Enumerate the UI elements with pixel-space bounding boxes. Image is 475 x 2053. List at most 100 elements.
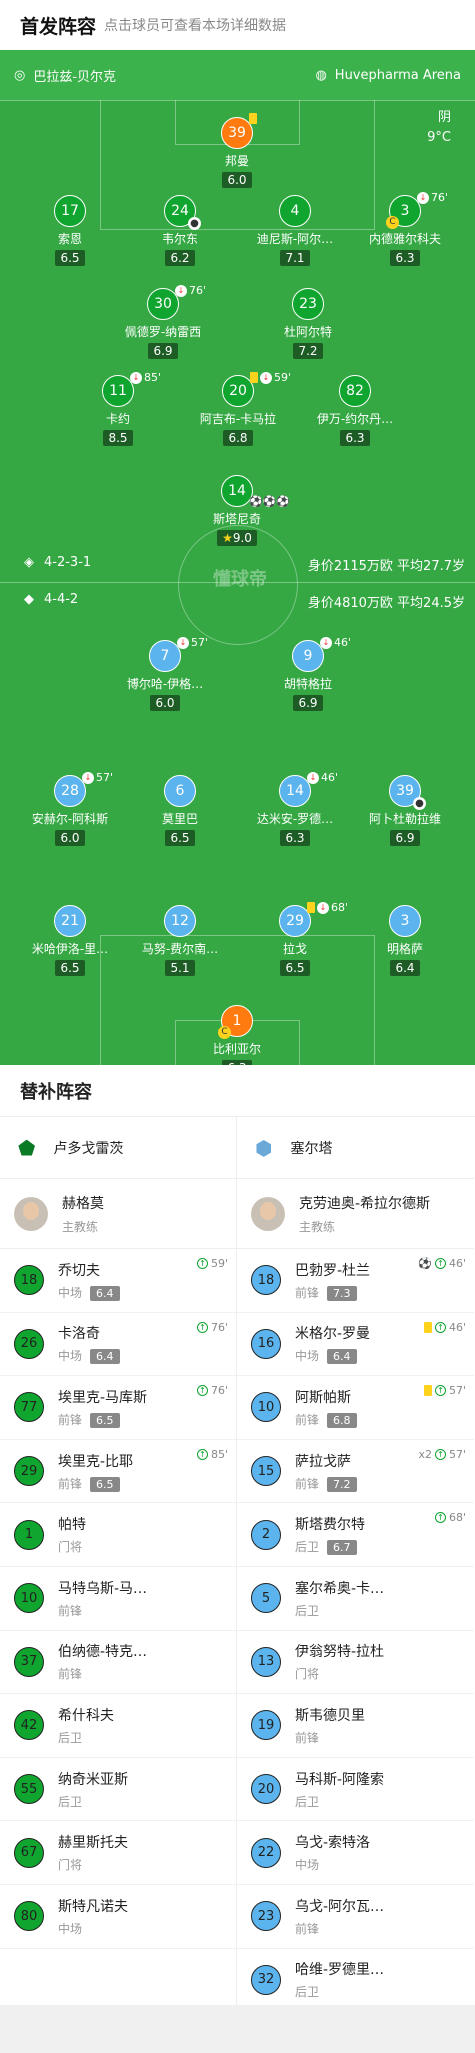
sub-on-icon: ↑ — [196, 1448, 208, 1460]
position-text: 后卫 — [295, 1540, 320, 1555]
pitch: ◎ 巴拉兹-贝尔克 ◍ Huvepharma Arena 懂球帝 阴 9°C ◈… — [0, 50, 475, 1065]
sub-player-row[interactable]: 67 赫里斯托夫 门将 — [0, 1821, 236, 1885]
sub-off-icon: ↓ — [417, 191, 429, 204]
sub-player-name: 塞尔希奥-卡… — [295, 1580, 385, 1597]
sub-player-row[interactable]: 18 巴勃罗-杜兰 前锋 7.3 ⚽ ↑ 46' — [237, 1249, 474, 1313]
away-player[interactable]: 21 米哈伊洛-里… 6.5 — [10, 905, 130, 976]
sub-player-position: 前锋 — [58, 1665, 147, 1682]
home-team-name: 卢多戈雷茨 — [53, 1140, 124, 1157]
player-name: 阿吉布-卡马拉 — [199, 412, 277, 426]
sub-player-number: 18 — [14, 1265, 44, 1296]
player-name: 马努-费尔南… — [141, 942, 219, 956]
player-rating: 6.8 — [223, 430, 253, 446]
home-player[interactable]: 23 杜阿尔特 7.2 — [248, 288, 368, 359]
away-player[interactable]: 29 ↓ 68' 拉戈 6.5 — [235, 901, 355, 976]
sub-player-row[interactable]: 2 斯塔费尔特 后卫 6.7 ↑ 68' — [237, 1503, 474, 1567]
player-name: 索恩 — [57, 232, 82, 246]
sub-player-row[interactable]: 29 埃里克-比耶 前锋 6.5 ↑ 85' — [0, 1440, 236, 1504]
home-player[interactable]: 11 ↓ 85' 卡约 8.5 — [58, 371, 178, 446]
player-name: 安赫尔-阿科斯 — [31, 812, 109, 826]
home-player[interactable]: 39 邦曼 6.0 — [177, 113, 297, 188]
player-number-text: 4 — [290, 203, 300, 219]
home-player[interactable]: 4 迪尼斯-阿尔… 7.1 — [235, 195, 355, 266]
away-worth: 身价4810万欧 平均24.5岁 — [307, 596, 465, 611]
away-player[interactable]: 14 ↓ 46' 达米安-罗德… 6.3 — [235, 771, 355, 846]
yellow-card-icon — [423, 1321, 432, 1333]
sub-player-row[interactable]: 1 帕特 门将 — [0, 1503, 236, 1567]
away-player[interactable]: 3 明格萨 6.4 — [345, 905, 465, 976]
sub-player-row[interactable]: 37 伯纳德-特克… 前锋 — [0, 1631, 236, 1695]
sub-player-row[interactable]: 42 希什科夫 后卫 — [0, 1694, 236, 1758]
sub-player-name: 斯特凡诺夫 — [58, 1898, 128, 1915]
away-player[interactable]: 28 ↓ 57' 安赫尔-阿科斯 6.0 — [10, 771, 130, 846]
player-name: 米哈伊洛-里… — [31, 942, 109, 956]
sub-player-row[interactable]: 15 萨拉戈萨 前锋 7.2 x2 ↑ 57' — [237, 1440, 474, 1504]
home-player[interactable]: 24 ● 韦尔东 6.2 — [120, 195, 240, 266]
away-player[interactable]: 12 马努-费尔南… 5.1 — [120, 905, 240, 976]
sub-player-row[interactable]: 32 哈维-罗德里… 后卫 — [237, 1949, 474, 2013]
home-player[interactable]: 14 ⚽⚽⚽ 斯塔尼奇 ★9.0 — [177, 475, 297, 546]
player-name: 比利亚尔 — [212, 1042, 261, 1056]
position-text: 中场 — [58, 1921, 83, 1936]
sub-player-name: 埃里克-比耶 — [58, 1453, 134, 1470]
sub-player-row[interactable]: 26 卡洛奇 中场 6.4 ↑ 76' — [0, 1313, 236, 1377]
sub-player-row[interactable]: 77 埃里克-马库斯 前锋 6.5 ↑ 76' — [0, 1376, 236, 1440]
rating-value: 6.0 — [155, 696, 175, 710]
away-player[interactable]: 39 ● 阿卜杜勒拉维 6.9 — [345, 775, 465, 846]
player-events: ↓ 46' — [307, 771, 338, 784]
away-player[interactable]: 1C比利亚尔6.3 — [177, 1005, 297, 1065]
home-player[interactable]: 82 伊万-约尔丹… 6.3 — [295, 375, 415, 446]
player-rating: 6.5 — [55, 250, 85, 266]
player-number-text: 24 — [171, 203, 189, 219]
home-player[interactable]: 30 ↓ 76' 佩德罗-纳雷西 6.9 — [103, 284, 223, 359]
position-text: 前锋 — [58, 1412, 83, 1427]
sub-player-row[interactable]: 10 阿斯帕斯 前锋 6.8 ↑ 57' — [237, 1376, 474, 1440]
sub-player-name: 卡洛奇 — [58, 1326, 100, 1343]
player-name: 杜阿尔特 — [283, 325, 332, 339]
sub-player-position: 后卫 — [58, 1729, 114, 1746]
sub-player-position: 中场 6.4 — [58, 1284, 120, 1301]
sub-player-row[interactable]: 80 斯特凡诺夫 中场 — [0, 1885, 236, 1949]
home-team-row[interactable]: ⬟ 卢多戈雷茨 — [0, 1117, 236, 1179]
position-text: 前锋 — [295, 1476, 320, 1491]
away-player[interactable]: 7 ↓ 57' 博尔哈-伊格… 6.0 — [105, 636, 225, 711]
coach-role: 主教练 — [62, 1219, 99, 1234]
player-name: 阿卜杜勒拉维 — [368, 812, 441, 826]
away-player[interactable]: 9 ↓ 46' 胡特格拉 6.9 — [248, 636, 368, 711]
away-player[interactable]: 6 莫里巴 6.5 — [120, 775, 240, 846]
sub-player-row[interactable]: 22 乌戈-索特洛 中场 — [237, 1821, 474, 1885]
home-coach[interactable]: 赫格莫 主教练 — [0, 1179, 236, 1249]
sub-off-icon: ↓ — [317, 901, 329, 914]
home-player[interactable]: 17 索恩 6.5 — [10, 195, 130, 266]
sub-player-position: 前锋 6.5 — [58, 1475, 133, 1492]
sub-player-row[interactable]: 10 马特乌斯-马… 前锋 — [0, 1567, 236, 1631]
player-rating: 7.2 — [293, 343, 323, 359]
away-coach[interactable]: 克劳迪奥-希拉尔德斯 主教练 — [237, 1179, 474, 1249]
sub-player-position: 前锋 — [295, 1920, 384, 1937]
home-player[interactable]: 3 C ↓ 76' 内德雅尔科夫 6.3 — [345, 191, 465, 266]
sub-player-name: 赫里斯托夫 — [58, 1835, 128, 1852]
sub-player-row[interactable]: 55 纳奇米亚斯 后卫 — [0, 1758, 236, 1822]
sub-player-name: 斯塔费尔特 — [295, 1517, 365, 1534]
sub-player-number: 15 — [251, 1456, 281, 1487]
player-number-text: 30 — [154, 296, 172, 312]
sub-on-icon: ↑ — [434, 1321, 446, 1333]
sub-player-row[interactable]: 18 乔切夫 中场 6.4 ↑ 59' — [0, 1249, 236, 1313]
sub-player-info: 帕特 门将 — [58, 1514, 86, 1555]
away-team-icon: ◆ — [24, 592, 34, 607]
sub-player-row[interactable]: 19 斯韦德贝里 前锋 — [237, 1694, 474, 1758]
away-team-row[interactable]: ⬢ 塞尔塔 — [237, 1117, 474, 1179]
sub-player-position: 中场 6.4 — [295, 1347, 370, 1365]
sub-player-row[interactable]: 20 马科斯-阿隆索 后卫 — [237, 1758, 474, 1822]
rating-value: 6.9 — [395, 831, 415, 845]
sub-player-row[interactable]: 23 乌戈-阿尔瓦… 前锋 — [237, 1885, 474, 1949]
home-team-icon: ◈ — [24, 555, 34, 570]
sub-player-row[interactable]: 16 米格尔-罗曼 中场 6.4 ↑ 46' — [237, 1313, 474, 1377]
subs-title: 替补阵容 — [0, 1065, 475, 1117]
sub-player-row[interactable]: 13 伊翁努特-拉杜 门将 — [237, 1631, 474, 1695]
sub-player-row[interactable]: 5 塞尔希奥-卡… 后卫 — [237, 1567, 474, 1631]
home-player[interactable]: 20 ↓ 59' 阿吉布-卡马拉 6.8 — [178, 371, 298, 446]
position-text: 门将 — [58, 1858, 83, 1873]
player-rating: 6.0 — [150, 695, 180, 711]
home-team-badge-icon: ⬟ — [18, 1135, 36, 1160]
